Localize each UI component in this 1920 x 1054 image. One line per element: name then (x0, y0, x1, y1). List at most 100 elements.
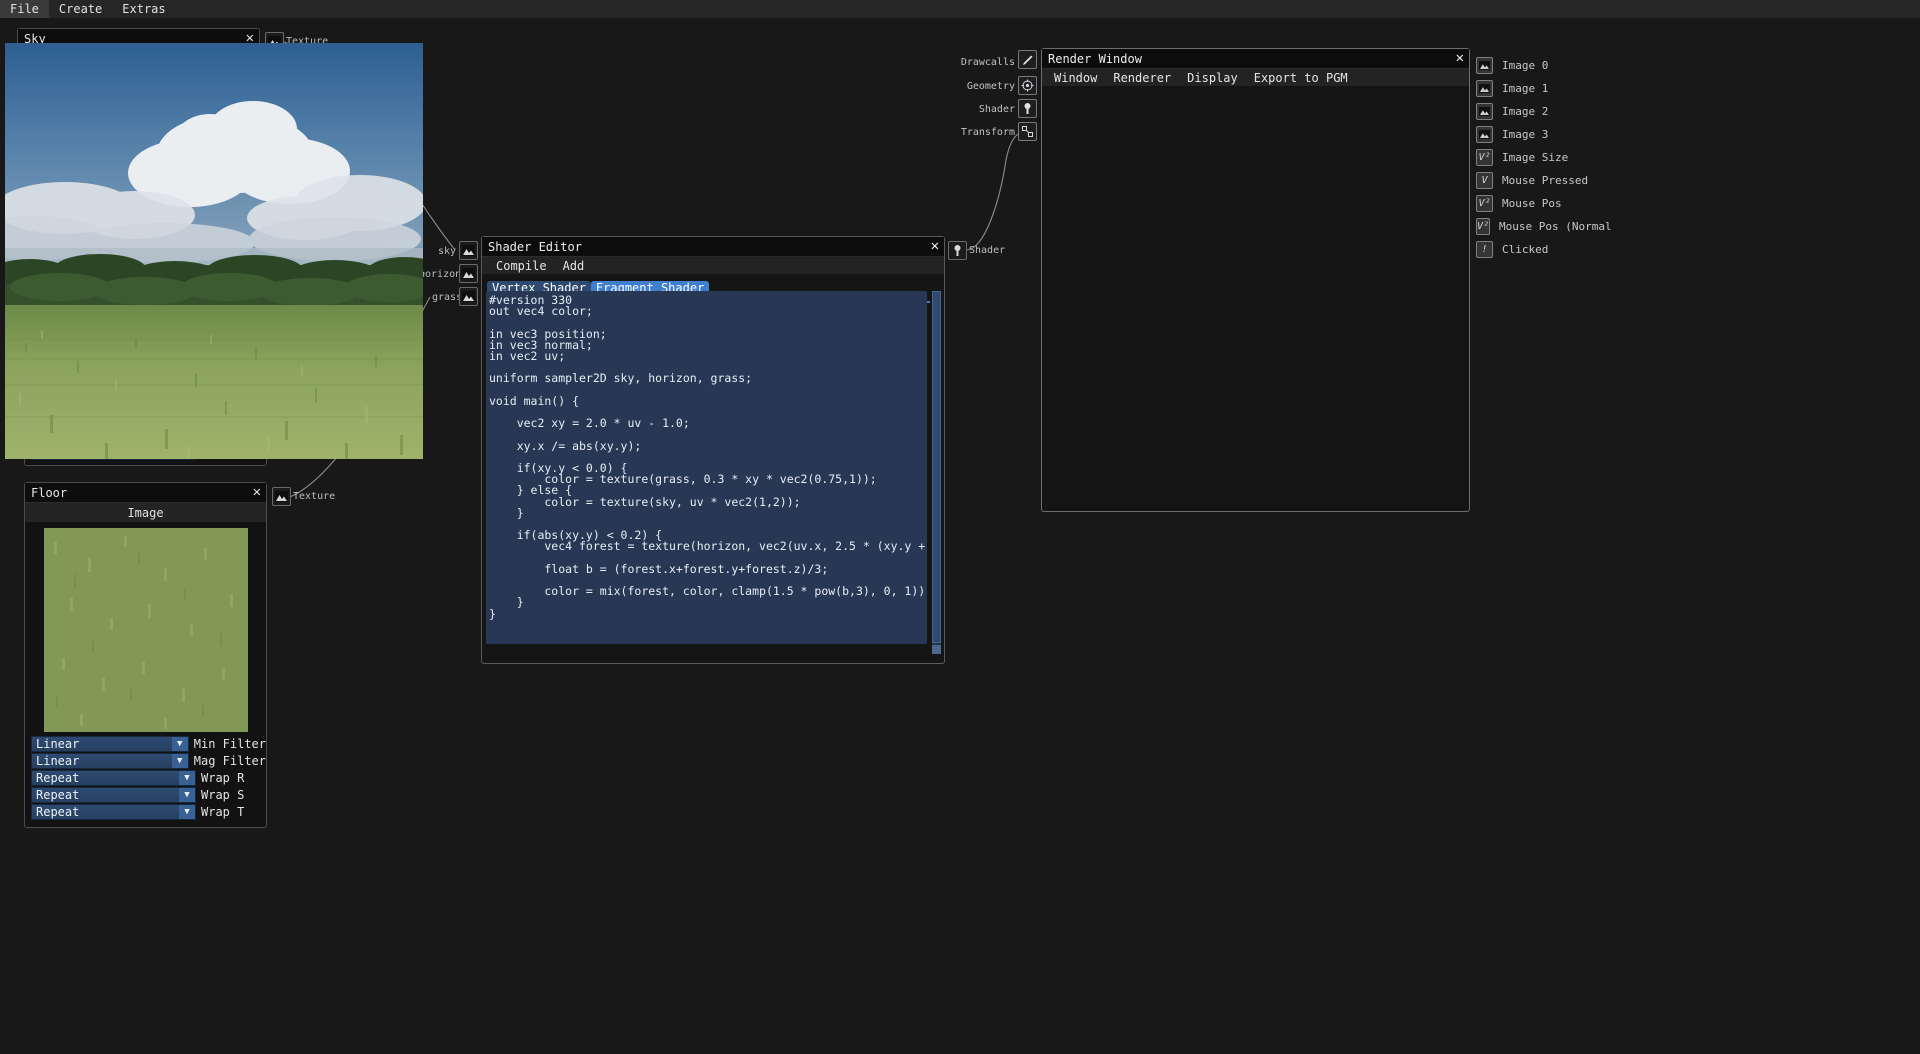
palette-label: Image 3 (1502, 128, 1549, 141)
node-floor-thumbnail (25, 528, 266, 732)
node-floor-rows: Linear ▼ Min Filter Linear ▼ Mag Filter … (25, 736, 266, 820)
combo-wrap-t-value: Repeat (36, 805, 80, 819)
palette-item-image-3[interactable]: Image 3 (1476, 123, 1596, 146)
event-icon: ! (1476, 241, 1493, 258)
combo-mag-filter-value: Linear (36, 754, 80, 768)
menu-compile[interactable]: Compile (488, 259, 555, 273)
render-window-titlebar[interactable]: Render Window ✕ (1042, 49, 1469, 69)
port-shader-out[interactable] (948, 241, 967, 260)
node-floor-section-label: Image (25, 503, 266, 522)
port-grass-in-label: grass (432, 292, 463, 303)
row-wrap-s: Repeat ▼ Wrap S (25, 787, 266, 803)
shader-icon[interactable] (1018, 99, 1037, 118)
shader-code-editor[interactable]: #version 330 out vec4 color; in vec3 pos… (486, 291, 927, 644)
menu-export-to-pgm[interactable]: Export to PGM (1246, 71, 1356, 85)
palette-item-mouse-pos[interactable]: V² Mouse Pos (1476, 192, 1596, 215)
bool-icon: V (1476, 172, 1493, 189)
vec2-icon: V² (1476, 195, 1493, 212)
combo-wrap-s[interactable]: Repeat ▼ (31, 787, 196, 803)
palette-item-mouse-pos-normalized[interactable]: V² Mouse Pos (Normal (1476, 215, 1612, 238)
combo-wrap-s-value: Repeat (36, 788, 80, 802)
chevron-down-icon[interactable]: ▼ (171, 754, 188, 768)
pencil-icon[interactable] (1018, 50, 1037, 69)
menu-display[interactable]: Display (1179, 71, 1246, 85)
combo-wrap-r[interactable]: Repeat ▼ (31, 770, 196, 786)
chevron-down-icon[interactable]: ▼ (179, 788, 195, 802)
chevron-down-icon[interactable]: ▼ (179, 771, 195, 785)
port-horizon-in[interactable] (459, 264, 478, 283)
row-min-filter: Linear ▼ Min Filter (25, 736, 266, 752)
row-mag-filter: Linear ▼ Mag Filter (25, 753, 266, 769)
transform-icon[interactable] (1018, 122, 1037, 141)
port-horizon-in-label: horizon (419, 269, 462, 280)
menu-renderer[interactable]: Renderer (1105, 71, 1179, 85)
combo-wrap-r-value: Repeat (36, 771, 80, 785)
node-floor[interactable]: Floor ✕ Image Linear ▼ Min Filter Linear… (24, 482, 267, 828)
chevron-down-icon[interactable]: ▼ (171, 737, 188, 751)
image-icon (1476, 103, 1493, 120)
row-wrap-t: Repeat ▼ Wrap T (25, 804, 266, 820)
node-floor-title: Floor (31, 485, 68, 500)
palette-label: Mouse Pos (Normal (1499, 220, 1612, 233)
palette-label: Mouse Pos (1502, 197, 1562, 210)
render-input-drawcalls-label: Drawcalls (960, 57, 1015, 68)
label-wrap-r: Wrap R (201, 771, 245, 785)
port-sky-in[interactable] (459, 241, 478, 260)
label-min-filter: Min Filter (193, 737, 266, 751)
port-shader-out-label: Shader (969, 245, 1006, 256)
render-input-geometry-label: Geometry (966, 81, 1015, 92)
palette-label: Image Size (1502, 151, 1569, 164)
palette-item-image-2[interactable]: Image 2 (1476, 100, 1596, 123)
combo-min-filter-value: Linear (36, 737, 80, 751)
chevron-down-icon[interactable]: ▼ (179, 805, 195, 819)
palette-label: Image 1 (1502, 82, 1549, 95)
render-window[interactable]: Render Window ✕ Window Renderer Display … (1041, 48, 1470, 512)
resize-grip[interactable] (932, 645, 941, 654)
render-input-shader-label: Shader (978, 104, 1015, 115)
main-menu-bar: File Create Extras (0, 0, 1920, 18)
shader-editor-titlebar[interactable]: Shader Editor ✕ (482, 237, 944, 257)
port-floor-texture-out[interactable] (272, 487, 291, 506)
node-floor-titlebar[interactable]: Floor ✕ (25, 483, 266, 503)
label-wrap-s: Wrap S (201, 788, 245, 802)
palette-label: Image 2 (1502, 105, 1549, 118)
palette-item-mouse-pressed[interactable]: V Mouse Pressed (1476, 169, 1596, 192)
menu-window[interactable]: Window (1046, 71, 1105, 85)
menu-file[interactable]: File (0, 0, 49, 18)
port-grass-in[interactable] (459, 287, 478, 306)
close-icon[interactable]: ✕ (253, 484, 261, 500)
render-input-transform-label: Transform (960, 127, 1015, 138)
palette-label: Mouse Pressed (1502, 174, 1589, 187)
scrollbar-thumb[interactable] (932, 291, 941, 643)
palette-label: Image 0 (1502, 59, 1549, 72)
vec2-icon: V² (1476, 218, 1491, 235)
menu-extras[interactable]: Extras (112, 0, 175, 18)
close-icon[interactable]: ✕ (931, 238, 939, 254)
image-icon (1476, 80, 1493, 97)
palette-item-image-size[interactable]: V² Image Size (1476, 146, 1596, 169)
menu-add[interactable]: Add (555, 259, 593, 273)
port-floor-texture-label: Texture (293, 491, 336, 502)
shader-code-scrollbar[interactable] (932, 291, 941, 654)
image-icon (1476, 57, 1493, 74)
render-viewport[interactable] (5, 43, 423, 459)
port-sky-in-label: sky (438, 246, 457, 257)
geometry-icon[interactable] (1018, 76, 1037, 95)
palette-item-image-0[interactable]: Image 0 (1476, 54, 1596, 77)
palette-item-clicked[interactable]: ! Clicked (1476, 238, 1596, 261)
palette-label: Clicked (1502, 243, 1549, 256)
combo-wrap-t[interactable]: Repeat ▼ (31, 804, 196, 820)
combo-min-filter[interactable]: Linear ▼ (31, 736, 189, 752)
render-window-title: Render Window (1048, 51, 1142, 66)
shader-editor-menu: Compile Add (482, 257, 944, 274)
node-palette: Image 0 Image 1 Image 2 Image 3 V² Image… (1476, 54, 1612, 261)
label-wrap-t: Wrap T (201, 805, 245, 819)
combo-mag-filter[interactable]: Linear ▼ (31, 753, 189, 769)
label-mag-filter: Mag Filter (193, 754, 266, 768)
palette-item-image-1[interactable]: Image 1 (1476, 77, 1596, 100)
image-icon (1476, 126, 1493, 143)
close-icon[interactable]: ✕ (1456, 50, 1464, 66)
menu-create[interactable]: Create (49, 0, 112, 18)
shader-editor-title: Shader Editor (488, 239, 582, 254)
render-window-menu: Window Renderer Display Export to PGM (1042, 69, 1469, 86)
